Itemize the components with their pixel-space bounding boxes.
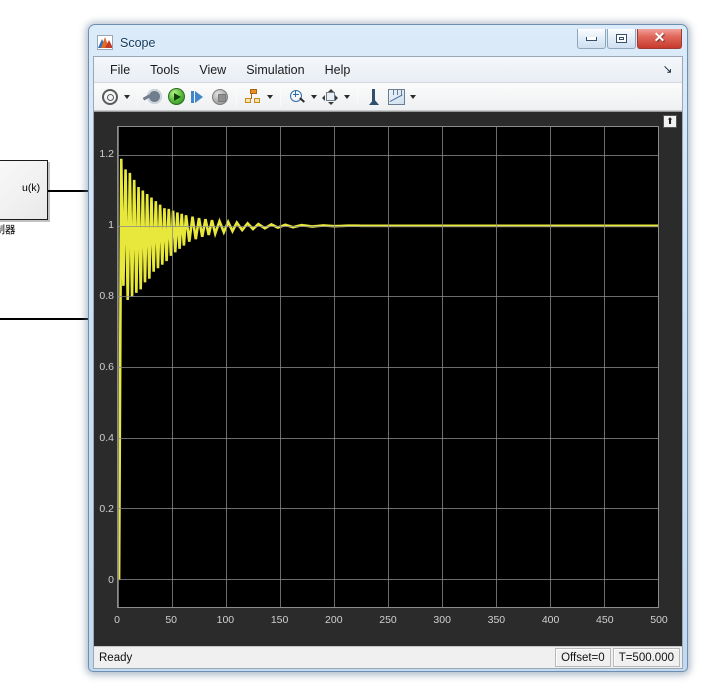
play-icon (167, 88, 185, 105)
maximize-axes-icon[interactable]: ⬆ (663, 115, 677, 128)
zoom-in-button[interactable] (286, 86, 308, 108)
window-title: Scope (120, 35, 156, 50)
menu-view[interactable]: View (190, 60, 235, 80)
zoom-in-icon (289, 89, 305, 105)
offset-indicator: Offset=0 (555, 648, 611, 667)
maximize-icon (616, 34, 627, 43)
zoom-dropdown-arrow[interactable] (308, 86, 319, 108)
window-controls: ✕ (576, 29, 682, 49)
x-tick-label: 0 (114, 614, 120, 626)
gear-icon (102, 88, 118, 105)
close-button[interactable]: ✕ (637, 29, 682, 49)
toolbar-separator (280, 87, 281, 106)
cursor-icon (366, 88, 382, 105)
matlab-scope-icon (97, 35, 113, 50)
cursor-measurements-button[interactable] (363, 86, 385, 108)
status-right-group: Offset=0 T=500.000 (553, 648, 680, 667)
step-forward-button[interactable] (187, 86, 209, 108)
x-tick-label: 350 (487, 614, 506, 626)
minimize-button[interactable] (577, 29, 606, 49)
window-titlebar[interactable]: Scope ✕ (93, 29, 683, 56)
menu-tools[interactable]: Tools (141, 60, 188, 80)
gridline-horizontal (118, 296, 658, 298)
signal-wire-feedback[interactable] (0, 318, 95, 320)
scope-window: Scope ✕ File Tools View Simulation Help … (88, 24, 688, 672)
gridline-horizontal (118, 155, 658, 157)
x-tick-label: 500 (650, 614, 668, 626)
step-back-button[interactable] (143, 86, 165, 108)
close-icon: ✕ (653, 30, 666, 46)
menu-simulation[interactable]: Simulation (237, 60, 313, 80)
layout-button[interactable] (242, 86, 264, 108)
measurements-button[interactable] (385, 86, 407, 108)
y-tick-label: 0.2 (99, 502, 114, 515)
undock-icon[interactable]: ↘ (661, 63, 674, 76)
status-text: Ready (99, 651, 133, 664)
configuration-properties-button[interactable] (99, 86, 121, 108)
y-tick-label: 0.4 (99, 431, 114, 444)
configuration-dropdown-arrow[interactable] (121, 86, 132, 108)
stop-icon (212, 88, 228, 105)
window-client-area: File Tools View Simulation Help ↘ ⬆ 0 0.… (93, 56, 683, 669)
y-tick-label: 1 (108, 219, 114, 232)
block-caption: P-PID控制器 (0, 224, 16, 236)
y-tick-label: 0.6 (99, 361, 114, 373)
screen: r(k) y(k) u(k) P-PID控制器 Scope ✕ File Too… (0, 0, 724, 693)
x-tick-label: 400 (541, 614, 560, 626)
layout-icon (244, 89, 262, 104)
x-tick-label: 150 (270, 614, 289, 626)
gridline-horizontal (118, 367, 658, 368)
run-button[interactable] (165, 86, 187, 108)
menu-help[interactable]: Help (316, 60, 360, 80)
x-tick-label: 300 (433, 614, 451, 626)
minimize-icon (586, 36, 597, 41)
gridline-horizontal (118, 437, 658, 439)
layout-dropdown-arrow[interactable] (264, 86, 275, 108)
maximize-button[interactable] (607, 29, 636, 49)
toolbar-separator (357, 87, 358, 106)
x-tick-label: 250 (379, 614, 397, 626)
y-tick-label: 0.8 (99, 290, 114, 303)
fit-to-view-button[interactable] (319, 86, 341, 108)
ruler-icon (387, 88, 405, 105)
toolbar-separator (236, 87, 237, 106)
step-forward-icon (190, 89, 206, 105)
toolbar (94, 83, 682, 111)
plot-area[interactable] (117, 126, 659, 608)
step-back-icon (146, 89, 162, 104)
block-diagram-fragment: r(k) y(k) u(k) P-PID控制器 (0, 0, 95, 693)
y-tick-label: 1.2 (99, 148, 114, 161)
menu-file[interactable]: File (101, 60, 139, 80)
gridline-horizontal (118, 508, 658, 510)
y-tick-label: 0 (108, 573, 114, 586)
measurements-dropdown-arrow[interactable] (407, 86, 418, 108)
statusbar: Ready Offset=0 T=500.000 (94, 646, 682, 668)
stop-button[interactable] (209, 86, 231, 108)
x-tick-label: 100 (216, 614, 235, 626)
menubar: File Tools View Simulation Help ↘ (94, 57, 682, 83)
x-tick-label: 200 (325, 614, 343, 626)
gridline-horizontal (118, 225, 658, 227)
x-tick-label: 50 (165, 614, 178, 626)
toolbar-separator (137, 87, 138, 106)
block-output-label-u: u(k) (22, 182, 41, 194)
y-axis-labels: 0 0.2 0.4 0.6 0.8 1 1.2 (94, 126, 114, 608)
gridline-horizontal (118, 578, 658, 580)
scope-plot-panel: ⬆ 0 0.2 0.4 0.6 0.8 1 1.2 0 50 100 150 200 250 300 35… (94, 111, 682, 646)
time-indicator: T=500.000 (612, 648, 680, 667)
x-tick-label: 450 (596, 614, 614, 626)
x-axis-labels: 0 50 100 150 200 250 300 350 400 450 500 (114, 614, 668, 628)
fit-to-view-icon (322, 88, 338, 105)
fit-dropdown-arrow[interactable] (341, 86, 352, 108)
gridline-vertical (658, 127, 659, 607)
